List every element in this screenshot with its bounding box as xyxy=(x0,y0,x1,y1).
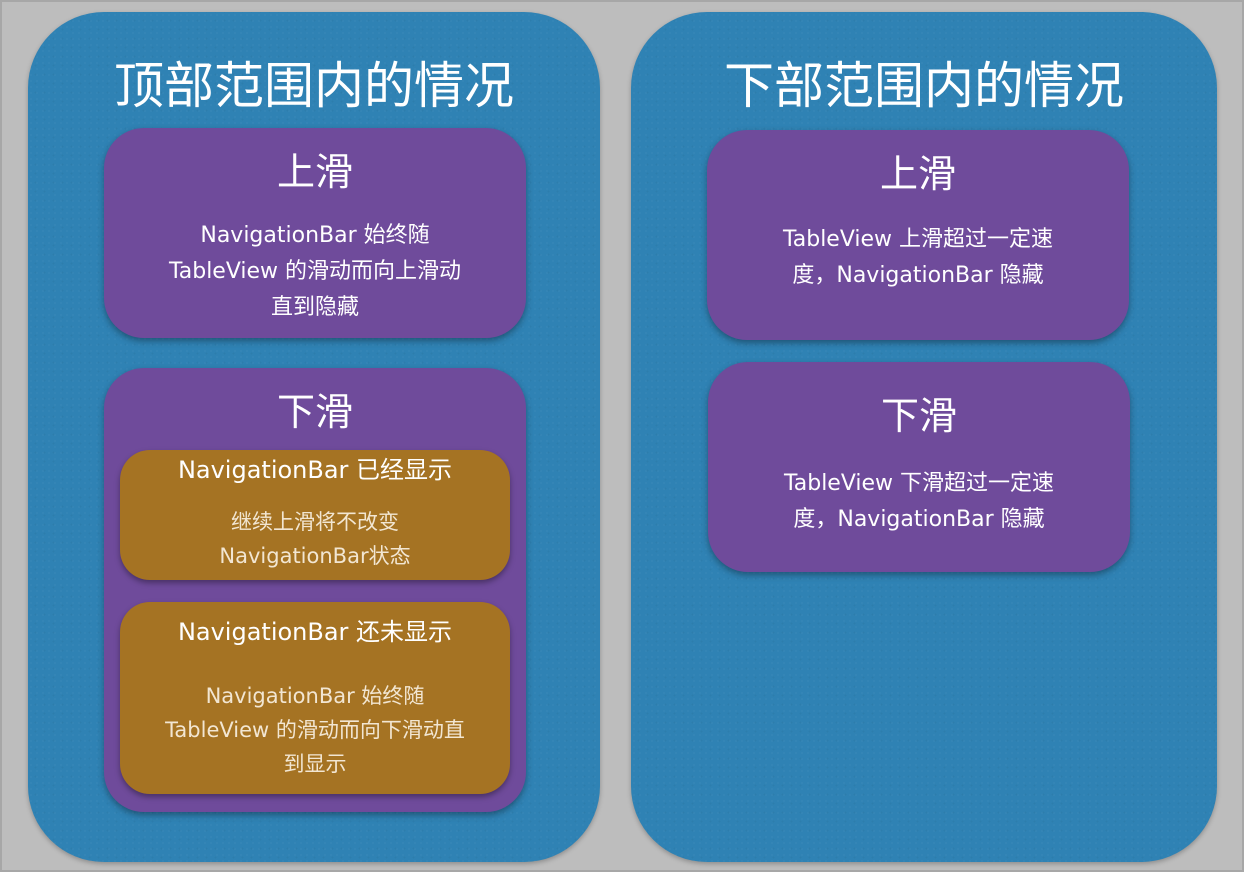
bottom-range-title: 下部范围内的情况 xyxy=(724,57,1124,115)
text-line: NavigationBar状态 xyxy=(219,544,411,568)
navbar-shown-title: NavigationBar 已经显示 xyxy=(177,456,453,484)
text-line: 继续上滑将不改变 xyxy=(231,510,399,534)
top-range-title: 顶部范围内的情况 xyxy=(114,57,514,115)
bottom-down-swipe-box: 下滑 TableView 下滑超过一定速 度，NavigationBar 隐藏 xyxy=(708,362,1130,572)
top-range-panel: 顶部范围内的情况 上滑 NavigationBar 始终随 TableView … xyxy=(28,12,600,862)
bottom-down-swipe-description: TableView 下滑超过一定速 度，NavigationBar 隐藏 xyxy=(718,466,1120,538)
top-down-swipe-box: 下滑 NavigationBar 已经显示 继续上滑将不改变 Navigatio… xyxy=(104,368,526,812)
text-line: TableView 上滑超过一定速 xyxy=(782,227,1054,252)
navbar-not-shown-description: NavigationBar 始终随 TableView 的滑动而向下滑动直 到显… xyxy=(130,679,500,781)
text-line: 到显示 xyxy=(283,752,347,776)
top-down-swipe-title: 下滑 xyxy=(276,390,353,434)
text-line: NavigationBar 始终随 xyxy=(205,684,425,708)
bottom-range-panel: 下部范围内的情况 上滑 TableView 上滑超过一定速 度，Navigati… xyxy=(631,12,1217,862)
navbar-shown-box: NavigationBar 已经显示 继续上滑将不改变 NavigationBa… xyxy=(120,450,510,580)
navbar-shown-description: 继续上滑将不改变 NavigationBar状态 xyxy=(130,505,500,573)
text-line: TableView 的滑动而向上滑动 xyxy=(168,259,462,284)
navbar-not-shown-box: NavigationBar 还未显示 NavigationBar 始终随 Tab… xyxy=(120,602,510,794)
text-line: 直到隐藏 xyxy=(270,295,359,320)
top-up-swipe-description: NavigationBar 始终随 TableView 的滑动而向上滑动 直到隐… xyxy=(114,218,516,326)
text-line: TableView 下滑超过一定速 xyxy=(783,471,1055,496)
bottom-up-swipe-title: 上滑 xyxy=(879,152,956,196)
text-line: NavigationBar 始终随 xyxy=(200,223,430,248)
bottom-up-swipe-box: 上滑 TableView 上滑超过一定速 度，NavigationBar 隐藏 xyxy=(707,130,1129,340)
text-line: TableView 的滑动而向下滑动直 xyxy=(165,718,465,742)
top-up-swipe-box: 上滑 NavigationBar 始终随 TableView 的滑动而向上滑动 … xyxy=(104,128,526,338)
bottom-up-swipe-description: TableView 上滑超过一定速 度，NavigationBar 隐藏 xyxy=(717,222,1119,294)
text-line: 度，NavigationBar 隐藏 xyxy=(792,263,1044,288)
navbar-not-shown-title: NavigationBar 还未显示 xyxy=(177,618,453,646)
top-up-swipe-title: 上滑 xyxy=(276,150,353,194)
bottom-down-swipe-title: 下滑 xyxy=(880,394,957,438)
text-line: 度，NavigationBar 隐藏 xyxy=(793,507,1045,532)
